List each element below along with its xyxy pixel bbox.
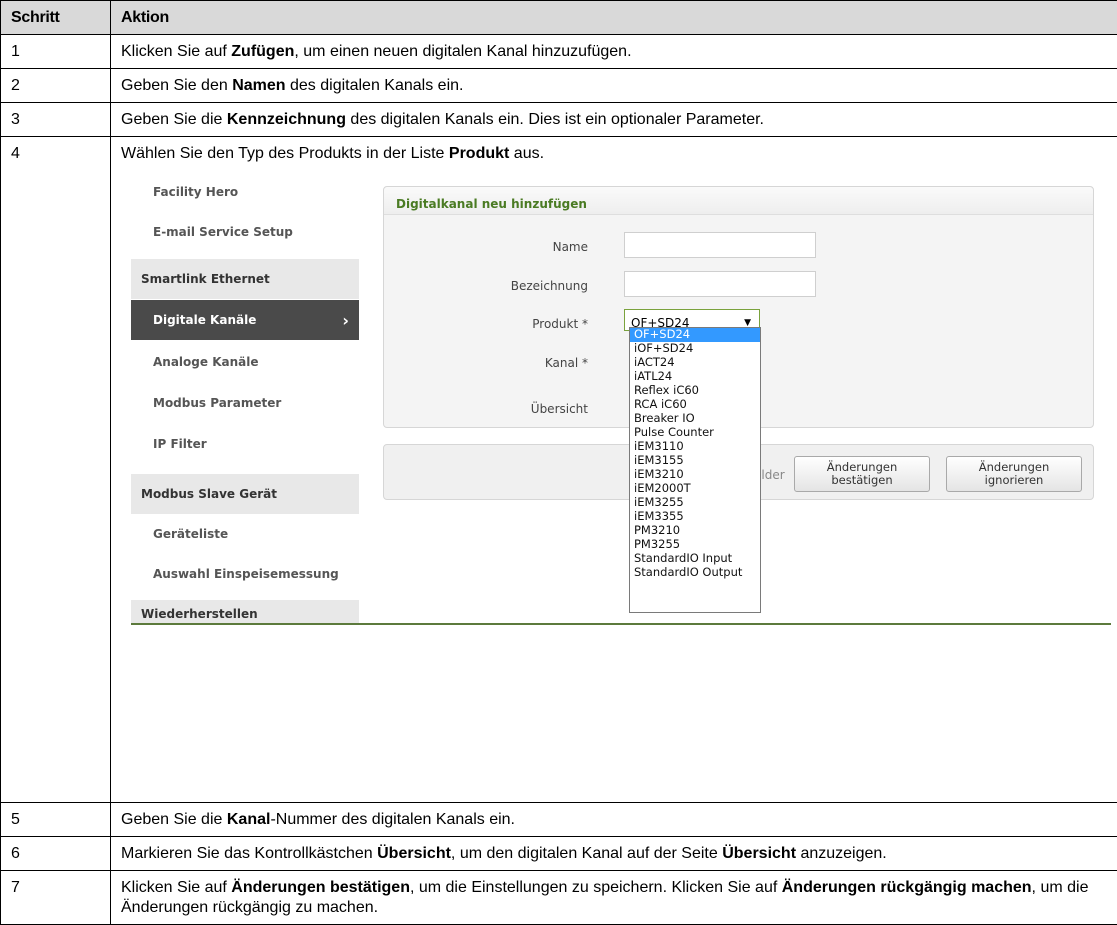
step-text: Geben Sie die Kanal-Nummer des digitalen… — [111, 803, 1117, 837]
dropdown-option[interactable]: Reflex iC60 — [630, 384, 760, 398]
step-number: 5 — [1, 803, 111, 837]
sidebar-item-label: Digitale Kanäle — [153, 310, 256, 330]
dropdown-option[interactable]: iEM3255 — [630, 496, 760, 510]
dropdown-option[interactable]: Pulse Counter — [630, 426, 760, 440]
dropdown-option[interactable]: StandardIO Output — [630, 566, 760, 580]
kanal-label: Kanal * — [428, 353, 588, 373]
chevron-right-icon: › — [342, 311, 349, 331]
table-row: 4 Wählen Sie den Typ des Produkts in der… — [1, 137, 1117, 803]
dropdown-option[interactable]: iATL24 — [630, 370, 760, 384]
table-header-row: Schritt Aktion — [1, 1, 1117, 35]
sidebar-item-ip-filter[interactable]: IP Filter — [131, 424, 359, 464]
sidebar-item-email-service-setup[interactable]: E-mail Service Setup — [131, 212, 359, 252]
dropdown-option[interactable]: iACT24 — [630, 356, 760, 370]
settings-sidebar: Facility Hero E-mail Service Setup Smart… — [121, 172, 361, 775]
step-number: 6 — [1, 837, 111, 871]
dropdown-option[interactable]: iEM3355 — [630, 510, 760, 524]
sidebar-item-geraeteliste[interactable]: Geräteliste — [131, 514, 359, 554]
dropdown-option[interactable]: iEM3210 — [630, 468, 760, 482]
step-text: Geben Sie den Namen des digitalen Kanals… — [111, 69, 1117, 103]
bottom-divider — [131, 623, 1111, 625]
step-text: Klicken Sie auf Änderungen bestätigen, u… — [111, 871, 1117, 925]
step-number: 7 — [1, 871, 111, 925]
bezeichnung-label: Bezeichnung — [428, 276, 588, 296]
header-step: Schritt — [1, 1, 111, 35]
produkt-label: Produkt * — [428, 314, 588, 334]
dropdown-option[interactable]: PM3255 — [630, 538, 760, 552]
table-row: 6 Markieren Sie das Kontrollkästchen Übe… — [1, 837, 1117, 871]
sidebar-item-analoge-kanaele[interactable]: Analoge Kanäle — [131, 342, 359, 382]
step-number: 2 — [1, 69, 111, 103]
sidebar-item-facility-hero[interactable]: Facility Hero — [131, 172, 359, 212]
sidebar-item-auswahl-einspeisemessung[interactable]: Auswahl Einspeisemessung — [131, 554, 359, 594]
header-action: Aktion — [111, 1, 1117, 35]
step-text: Markieren Sie das Kontrollkästchen Übers… — [111, 837, 1117, 871]
step-number: 4 — [1, 137, 111, 803]
table-row: 7 Klicken Sie auf Änderungen bestätigen,… — [1, 871, 1117, 925]
sidebar-item-digitale-kanaele[interactable]: Digitale Kanäle › — [131, 300, 359, 340]
dropdown-option[interactable]: iEM2000T — [630, 482, 760, 496]
dropdown-option[interactable]: OF+SD24 — [630, 328, 760, 342]
sidebar-item-modbus-parameter[interactable]: Modbus Parameter — [131, 383, 359, 423]
sidebar-section-modbus-slave-geraet[interactable]: Modbus Slave Gerät — [131, 474, 359, 514]
dropdown-option[interactable]: iEM3110 — [630, 440, 760, 454]
dropdown-option[interactable]: PM3210 — [630, 524, 760, 538]
table-row: 3 Geben Sie die Kennzeichnung des digita… — [1, 103, 1117, 137]
step-text: Klicken Sie auf Zufügen, um einen neuen … — [111, 35, 1117, 69]
dropdown-option[interactable]: RCA iC60 — [630, 398, 760, 412]
embedded-screenshot: Facility Hero E-mail Service Setup Smart… — [121, 172, 1114, 775]
uebersicht-label: Übersicht — [428, 399, 588, 419]
steps-table: Schritt Aktion 1 Klicken Sie auf Zufügen… — [0, 0, 1117, 925]
dropdown-option[interactable]: iOF+SD24 — [630, 342, 760, 356]
step-text: Geben Sie die Kennzeichnung des digitale… — [111, 103, 1117, 137]
produkt-dropdown-list[interactable]: OF+SD24 iOF+SD24 iACT24 iATL24 Reflex iC… — [629, 327, 761, 613]
table-row: 5 Geben Sie die Kanal-Nummer des digital… — [1, 803, 1117, 837]
name-field[interactable] — [624, 232, 816, 258]
dropdown-option[interactable]: Breaker IO — [630, 412, 760, 426]
sidebar-section-smartlink-ethernet[interactable]: Smartlink Ethernet — [131, 259, 359, 299]
dropdown-option[interactable]: StandardIO Input — [630, 552, 760, 566]
sidebar-section-wiederherstellen[interactable]: Wiederherstellen — [131, 600, 359, 624]
confirm-changes-button[interactable]: Änderungenbestätigen — [794, 456, 930, 492]
panel-title: Digitalkanal neu hinzufügen — [384, 187, 1093, 215]
table-row: 2 Geben Sie den Namen des digitalen Kana… — [1, 69, 1117, 103]
dropdown-option[interactable]: iEM3155 — [630, 454, 760, 468]
ignore-changes-button[interactable]: Änderungenignorieren — [946, 456, 1082, 492]
step-text: Wählen Sie den Typ des Produkts in der L… — [111, 137, 1117, 803]
bezeichnung-field[interactable] — [624, 271, 816, 297]
step-number: 1 — [1, 35, 111, 69]
table-row: 1 Klicken Sie auf Zufügen, um einen neue… — [1, 35, 1117, 69]
step-number: 3 — [1, 103, 111, 137]
name-label: Name — [428, 237, 588, 257]
